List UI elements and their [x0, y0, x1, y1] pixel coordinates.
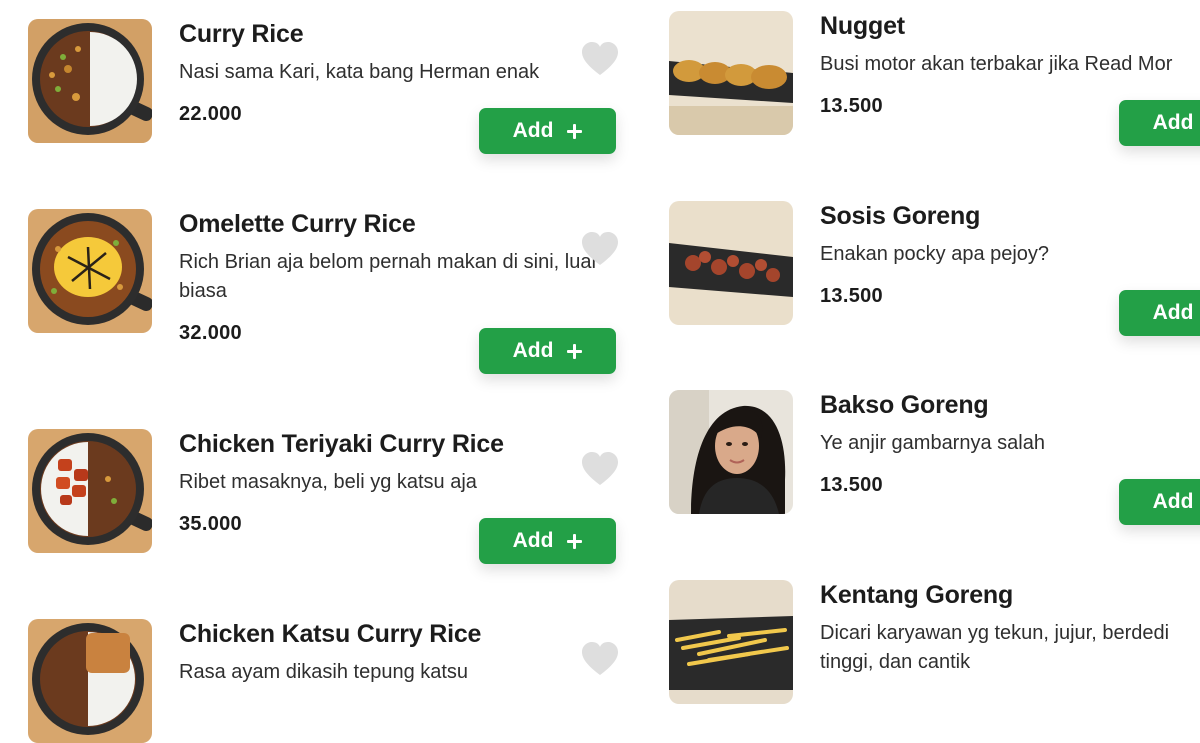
menu-item-info: Bakso Goreng Ye anjir gambarnya salah 13… [820, 390, 1045, 498]
menu-item-info: Sosis Goreng Enakan pocky apa pejoy? 13.… [820, 201, 1049, 309]
chicken-katsu-curry-rice-photo [28, 619, 152, 743]
item-name: Sosis Goreng [820, 202, 981, 230]
item-name: Curry Rice [179, 20, 304, 48]
item-description: Rich Brian aja belom pernah makan di sin… [179, 251, 599, 302]
woman-selfie-photo [669, 390, 793, 514]
add-button[interactable]: Add [1119, 100, 1200, 146]
item-description: Rasa ayam dikasih tepung katsu [179, 661, 469, 683]
item-name: Chicken Katsu Curry Rice [179, 620, 482, 648]
curry-rice-photo [28, 19, 152, 143]
item-name: Nugget [820, 12, 905, 40]
nugget-photo [669, 11, 793, 135]
item-description: Dicari karyawan yg tekun, jujur, berdedi… [820, 622, 1170, 673]
add-button-label: Add [512, 119, 554, 142]
add-button-label: Add [1152, 490, 1194, 513]
chicken-teriyaki-curry-rice-photo [28, 429, 152, 553]
menu-item-info: Chicken Katsu Curry Rice Rasa ayam dikas… [179, 619, 481, 687]
heart-icon[interactable] [580, 231, 620, 267]
add-button-label: Add [1152, 111, 1194, 134]
plus-icon [567, 123, 583, 139]
heart-icon[interactable] [580, 641, 620, 677]
plus-icon [567, 343, 583, 359]
item-price: 13.500 [820, 285, 883, 307]
item-price: 13.500 [820, 474, 883, 496]
sosis-goreng-photo [669, 201, 793, 325]
item-description: Enakan pocky apa pejoy? [820, 243, 1050, 265]
heart-icon[interactable] [580, 41, 620, 77]
item-name: Kentang Goreng [820, 581, 1014, 609]
plus-icon [567, 533, 583, 549]
item-name: Chicken Teriyaki Curry Rice [179, 430, 504, 458]
item-price: 35.000 [179, 513, 242, 535]
add-button[interactable]: Add [479, 328, 616, 374]
item-description: Nasi sama Kari, kata bang Herman enak [179, 61, 540, 83]
add-button[interactable]: Add [1119, 290, 1200, 336]
omelette-curry-rice-photo [28, 209, 152, 333]
menu-item-info: Omelette Curry Rice Rich Brian aja belom… [179, 209, 609, 346]
item-name: Omelette Curry Rice [179, 210, 416, 238]
item-name: Bakso Goreng [820, 391, 989, 419]
add-button-label: Add [512, 339, 554, 362]
add-button-label: Add [1152, 301, 1194, 324]
item-description: Busi motor akan terbakar jika Read Mor [820, 53, 1173, 75]
add-button[interactable]: Add [479, 518, 616, 564]
item-description: Ribet masaknya, beli yg katsu aja [179, 471, 477, 493]
add-button[interactable]: Add [1119, 479, 1200, 525]
add-button-label: Add [512, 529, 554, 552]
menu-item-info: Kentang Goreng Dicari karyawan yg tekun,… [820, 580, 1200, 677]
kentang-goreng-photo [669, 580, 793, 704]
heart-icon[interactable] [580, 451, 620, 487]
add-button[interactable]: Add [479, 108, 616, 154]
item-description: Ye anjir gambarnya salah [820, 432, 1045, 454]
menu-item-info: Chicken Teriyaki Curry Rice Ribet masakn… [179, 429, 504, 537]
